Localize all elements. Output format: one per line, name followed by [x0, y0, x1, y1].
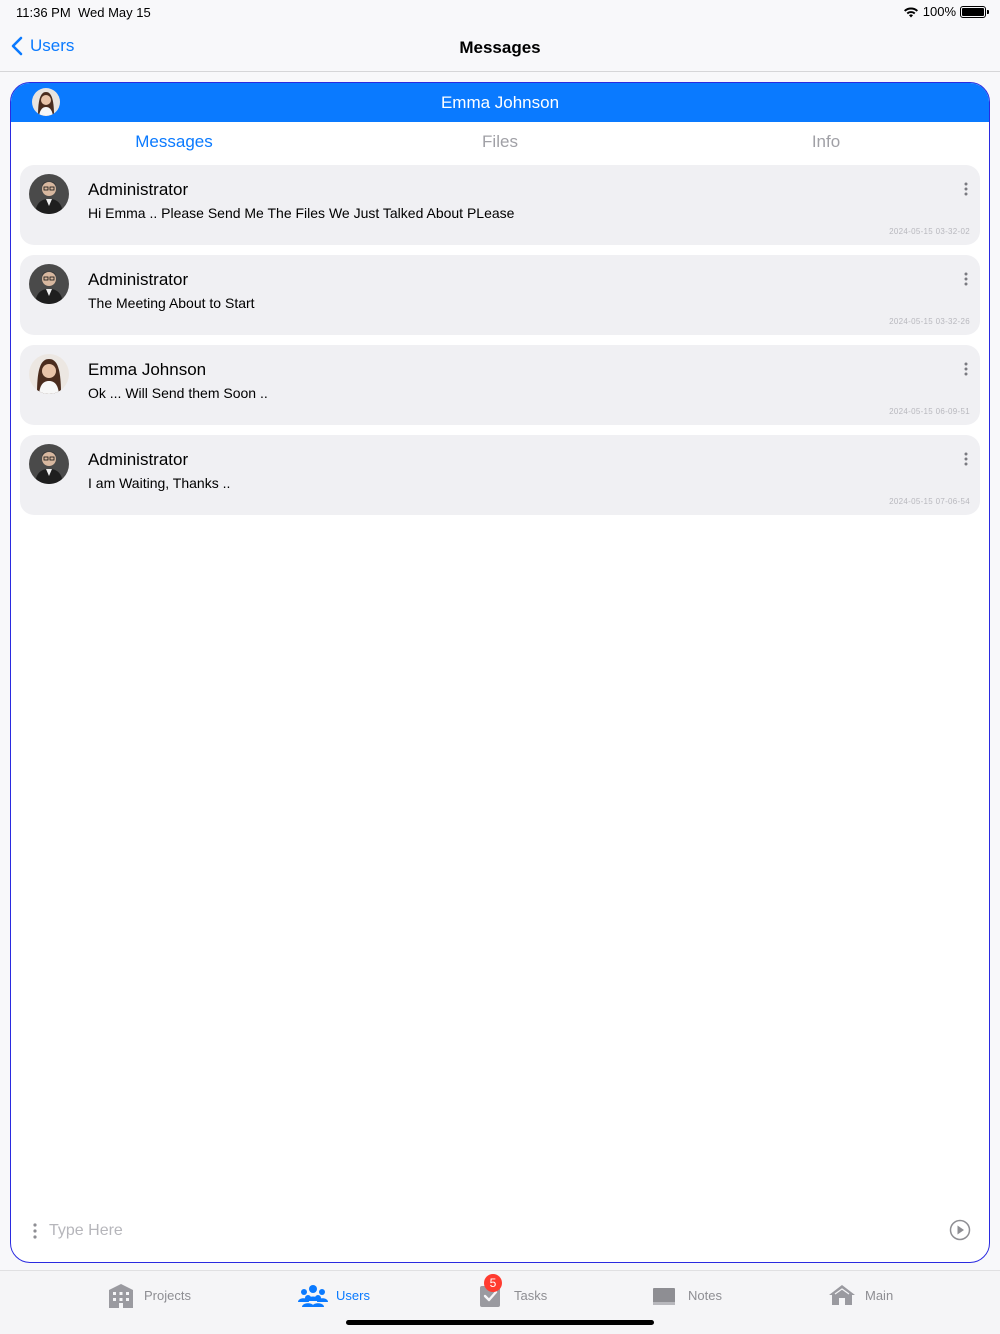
send-icon[interactable] — [949, 1219, 971, 1241]
more-vertical-icon[interactable] — [962, 361, 970, 377]
tasks-badge: 5 — [484, 1274, 502, 1292]
battery-percent: 100% — [922, 4, 956, 19]
message-sender: Administrator — [88, 180, 189, 199]
home-indicator — [346, 1320, 654, 1325]
admin-avatar-icon — [29, 174, 69, 214]
status-bar: 11:36 PM Wed May 15 100% — [0, 0, 1000, 24]
more-vertical-icon[interactable] — [962, 271, 970, 287]
admin-avatar-icon — [29, 264, 69, 304]
message-text: I am Waiting, Thanks .. — [88, 475, 231, 491]
battery-icon — [960, 5, 989, 18]
sender-avatar — [29, 444, 69, 484]
admin-avatar-icon — [29, 444, 69, 484]
message-item[interactable]: Administrator The Meeting About to Start… — [20, 255, 980, 335]
contact-name: Emma Johnson — [440, 93, 560, 112]
message-text: The Meeting About to Start — [88, 295, 255, 311]
tab-notes[interactable]: Notes — [650, 1281, 722, 1309]
status-indicators: 100% — [903, 4, 989, 19]
message-input[interactable] — [49, 1216, 909, 1246]
message-text: Ok ... Will Send them Soon .. — [88, 385, 268, 401]
message-timestamp: 2024-05-15 07-06-54 — [889, 497, 970, 506]
home-icon — [829, 1285, 855, 1305]
emma-avatar-icon — [29, 354, 69, 394]
tab-main-label: Main — [865, 1287, 894, 1303]
tab-info[interactable]: Info — [663, 122, 989, 164]
message-item[interactable]: Administrator Hi Emma .. Please Send Me … — [20, 165, 980, 245]
tab-projects-label: Projects — [144, 1287, 191, 1303]
conversation-header: Emma Johnson — [11, 83, 989, 122]
message-sender: Administrator — [88, 450, 189, 469]
building-icon — [109, 1284, 133, 1308]
conversation-tabs: Messages Files Info — [11, 122, 989, 164]
tab-files[interactable]: Files — [337, 122, 663, 164]
tab-messages[interactable]: Messages — [11, 122, 337, 164]
tab-tasks-label: Tasks — [514, 1287, 548, 1303]
sender-avatar — [29, 264, 69, 304]
page-title: Messages — [459, 38, 541, 57]
tab-notes-label: Notes — [688, 1287, 722, 1303]
message-item[interactable]: Administrator I am Waiting, Thanks .. 20… — [20, 435, 980, 515]
tab-tasks[interactable]: 5 Tasks — [476, 1274, 548, 1309]
tab-projects[interactable]: Projects — [106, 1281, 191, 1309]
message-sender: Emma Johnson — [88, 360, 207, 379]
status-date: Wed May 15 — [78, 5, 151, 20]
message-list: Administrator Hi Emma .. Please Send Me … — [11, 165, 989, 515]
status-time: 11:36 PM — [16, 5, 71, 20]
sender-avatar — [29, 174, 69, 214]
users-icon — [298, 1285, 328, 1307]
tab-users[interactable]: Users — [298, 1281, 370, 1309]
attachment-menu-icon[interactable] — [31, 1222, 39, 1240]
message-timestamp: 2024-05-15 06-09-51 — [889, 407, 970, 416]
more-vertical-icon[interactable] — [962, 451, 970, 467]
message-sender: Administrator — [88, 270, 189, 289]
tab-users-label: Users — [336, 1287, 370, 1303]
message-composer — [11, 1202, 989, 1262]
notes-icon — [653, 1288, 675, 1305]
sender-avatar — [29, 354, 69, 394]
wifi-icon — [903, 7, 918, 17]
message-text: Hi Emma .. Please Send Me The Files We J… — [88, 205, 515, 221]
conversation-panel: Emma Johnson Messages Files Info Adminis… — [10, 82, 990, 1263]
message-timestamp: 2024-05-15 03-32-26 — [889, 317, 970, 326]
tab-main[interactable]: Main — [827, 1281, 893, 1309]
message-timestamp: 2024-05-15 03-32-02 — [889, 227, 970, 236]
more-vertical-icon[interactable] — [962, 181, 970, 197]
navigation-bar: Users Messages — [0, 24, 1000, 72]
message-item[interactable]: Emma Johnson Ok ... Will Send them Soon … — [20, 345, 980, 425]
